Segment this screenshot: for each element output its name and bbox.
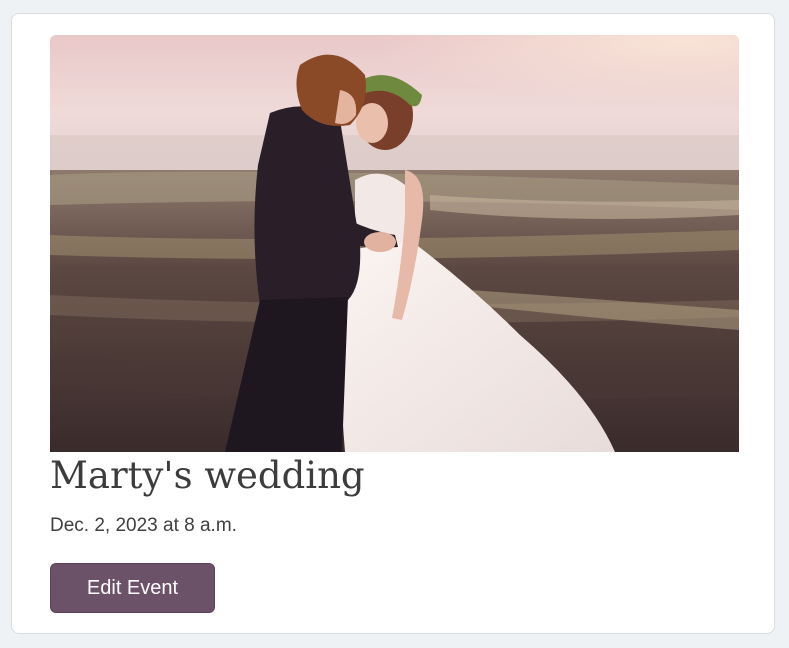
edit-event-button[interactable]: Edit Event xyxy=(50,563,215,613)
event-title: Marty's wedding xyxy=(50,454,365,497)
event-date: Dec. 2, 2023 at 8 a.m. xyxy=(50,515,237,536)
event-photo xyxy=(50,35,739,452)
event-card: Marty's wedding Dec. 2, 2023 at 8 a.m. E… xyxy=(11,13,775,634)
